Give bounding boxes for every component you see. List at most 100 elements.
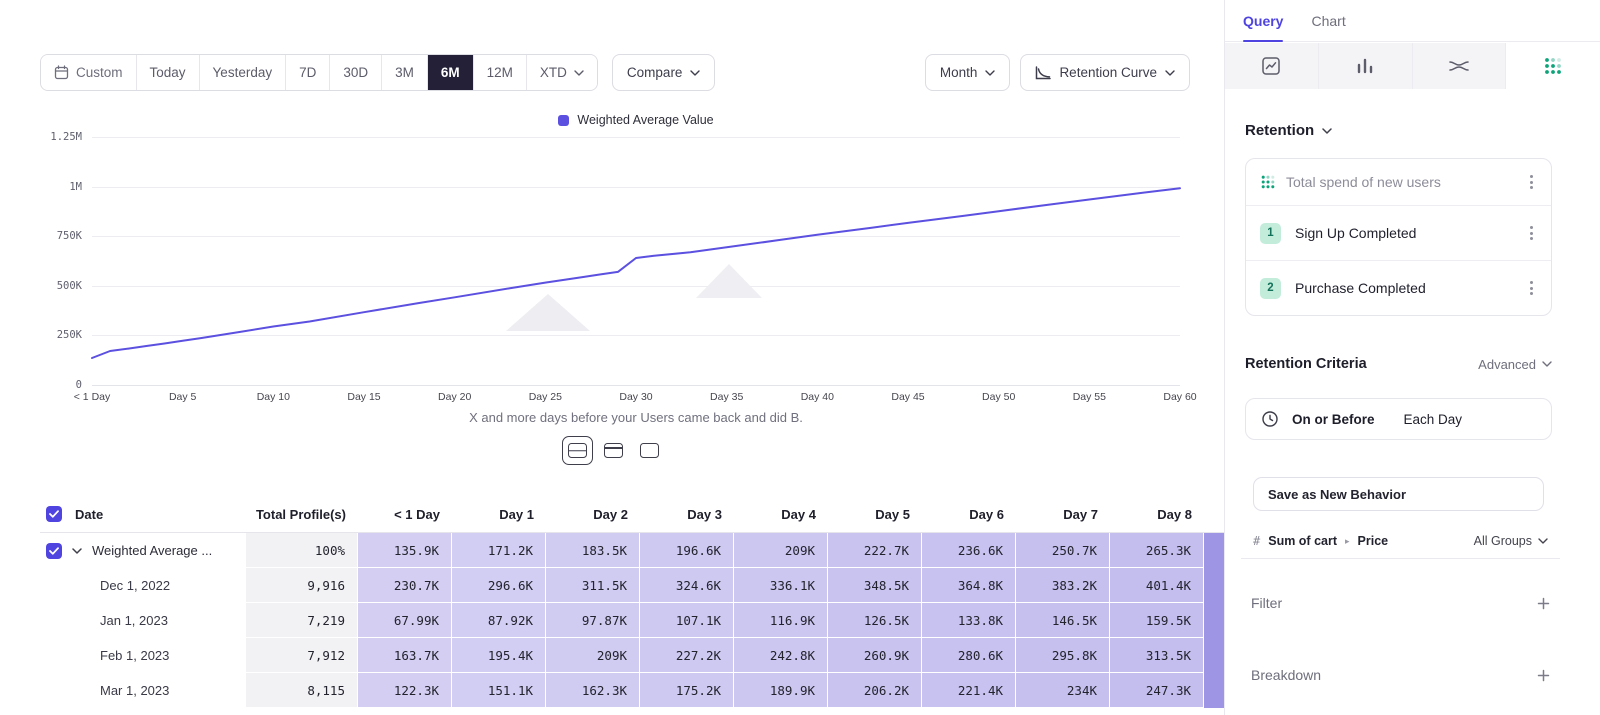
retention-value-cell[interactable]: 236.6K [922,533,1016,568]
all-groups-dropdown[interactable]: All Groups [1474,534,1548,548]
retention-value-cell[interactable]: 260.9K [828,638,922,673]
range-button-7d[interactable]: 7D [285,55,329,90]
tab-chart[interactable]: Chart [1311,0,1345,41]
retention-value-cell[interactable]: 116.9K [734,603,828,638]
retention-value-cell[interactable]: 230.7K [358,568,452,603]
retention-value-cell[interactable]: 222.7K [828,533,922,568]
total-profiles-cell[interactable]: 9,916 [246,568,358,603]
retention-value-cell[interactable]: 133.8K [922,603,1016,638]
range-button-12m[interactable]: 12M [473,55,526,90]
behavior-card-header[interactable]: Total spend of new users [1246,159,1551,205]
retention-value-cell-overflow[interactable] [1204,603,1224,638]
advanced-dropdown[interactable]: Advanced [1478,357,1552,372]
retention-value-cell[interactable]: 162.3K [546,673,640,708]
retention-value-cell[interactable]: 336.1K [734,568,828,603]
retention-value-cell[interactable]: 296.6K [452,568,546,603]
save-as-new-behavior-button[interactable]: Save as New Behavior [1253,477,1544,511]
retention-value-cell[interactable]: 171.2K [452,533,546,568]
retention-value-cell[interactable]: 295.8K [1016,638,1110,673]
range-button-3m[interactable]: 3M [381,55,427,90]
retention-value-cell[interactable]: 234K [1016,673,1110,708]
add-breakdown-button[interactable] [1532,664,1554,686]
retention-value-cell[interactable]: 97.87K [546,603,640,638]
report-type-flows[interactable] [1413,43,1507,89]
retention-value-cell[interactable]: 383.2K [1016,568,1110,603]
measure-label[interactable]: Sum of cart [1268,534,1337,548]
kebab-menu-icon[interactable] [1526,222,1537,244]
table-row-label[interactable]: Dec 1, 2022 [40,568,246,603]
retention-value-cell-overflow[interactable] [1204,568,1224,603]
retention-value-cell[interactable]: 183.5K [546,533,640,568]
retention-value-cell[interactable]: 146.5K [1016,603,1110,638]
retention-value-cell[interactable]: 126.5K [828,603,922,638]
range-button-custom[interactable]: Custom [41,55,136,90]
range-button-30d[interactable]: 30D [329,55,381,90]
table-row-label[interactable]: Weighted Average ... [40,533,246,568]
retention-value-cell[interactable]: 209K [734,533,828,568]
retention-value-cell[interactable]: 324.6K [640,568,734,603]
chart-legend[interactable]: Weighted Average Value [92,113,1180,127]
kebab-menu-icon[interactable] [1526,277,1537,299]
retention-value-cell[interactable]: 311.5K [546,568,640,603]
table-row-label[interactable]: Jan 1, 2023 [40,603,246,638]
report-type-funnels[interactable] [1319,43,1413,89]
add-filter-button[interactable] [1532,592,1554,614]
total-profiles-cell[interactable]: 8,115 [246,673,358,708]
retention-value-cell-overflow[interactable] [1204,638,1224,673]
kebab-menu-icon[interactable] [1526,171,1537,193]
report-type-insights[interactable] [1225,43,1319,89]
retention-value-cell[interactable]: 364.8K [922,568,1016,603]
behavior-step-2[interactable]: 2 Purchase Completed [1246,260,1551,315]
retention-value-cell[interactable]: 107.1K [640,603,734,638]
retention-value-cell[interactable]: 250.7K [1016,533,1110,568]
retention-value-cell[interactable]: 87.92K [452,603,546,638]
retention-value-cell[interactable]: 206.2K [828,673,922,708]
retention-value-cell[interactable]: 247.3K [1110,673,1204,708]
retention-value-cell[interactable]: 189.9K [734,673,828,708]
retention-value-cell[interactable]: 151.1K [452,673,546,708]
retention-section-heading[interactable]: Retention [1245,122,1332,139]
measure-property[interactable]: Price [1358,534,1389,548]
total-profiles-cell[interactable]: 100% [246,533,358,568]
table-plain-toggle[interactable] [634,436,665,465]
retention-value-cell[interactable]: 67.99K [358,603,452,638]
range-button-today[interactable]: Today [136,55,199,90]
retention-value-cell[interactable]: 313.5K [1110,638,1204,673]
chart-view-button[interactable]: Retention Curve [1020,54,1190,91]
retention-value-cell[interactable]: 159.5K [1110,603,1204,638]
retention-value-cell[interactable]: 209K [546,638,640,673]
retention-value-cell[interactable]: 265.3K [1110,533,1204,568]
total-profiles-cell[interactable]: 7,219 [246,603,358,638]
retention-value-cell[interactable]: 196.6K [640,533,734,568]
range-button-xtd[interactable]: XTD [526,55,597,90]
total-profiles-cell[interactable]: 7,912 [246,638,358,673]
range-button-yesterday[interactable]: Yesterday [199,55,286,90]
retention-value-cell[interactable]: 280.6K [922,638,1016,673]
table-header-row-toggle[interactable] [598,436,629,465]
table-row-label[interactable]: Feb 1, 2023 [40,638,246,673]
criteria-unit[interactable]: Each Day [1404,412,1463,427]
retention-value-cell[interactable]: 195.4K [452,638,546,673]
granularity-button[interactable]: Month [925,54,1011,91]
compare-button[interactable]: Compare [612,54,716,91]
retention-value-cell[interactable]: 122.3K [358,673,452,708]
tab-query[interactable]: Query [1243,0,1283,41]
retention-value-cell[interactable]: 227.2K [640,638,734,673]
retention-value-cell[interactable]: 221.4K [922,673,1016,708]
retention-value-cell-overflow[interactable] [1204,533,1224,568]
retention-value-cell[interactable]: 163.7K [358,638,452,673]
select-all-checkbox[interactable] [46,506,62,522]
retention-value-cell-overflow[interactable] [1204,673,1224,708]
criteria-condition-card[interactable]: On or Before Each Day [1245,398,1552,440]
table-row-label[interactable]: Mar 1, 2023 [40,673,246,708]
retention-value-cell[interactable]: 242.8K [734,638,828,673]
expand-row-chevron-icon[interactable] [72,548,82,554]
range-button-6m[interactable]: 6M [427,55,473,90]
behavior-step-1[interactable]: 1 Sign Up Completed [1246,205,1551,260]
retention-value-cell[interactable]: 401.4K [1110,568,1204,603]
retention-value-cell[interactable]: 348.5K [828,568,922,603]
report-type-retention[interactable] [1506,43,1600,89]
table-split-rows-toggle[interactable] [562,436,593,465]
retention-value-cell[interactable]: 135.9K [358,533,452,568]
retention-value-cell[interactable]: 175.2K [640,673,734,708]
